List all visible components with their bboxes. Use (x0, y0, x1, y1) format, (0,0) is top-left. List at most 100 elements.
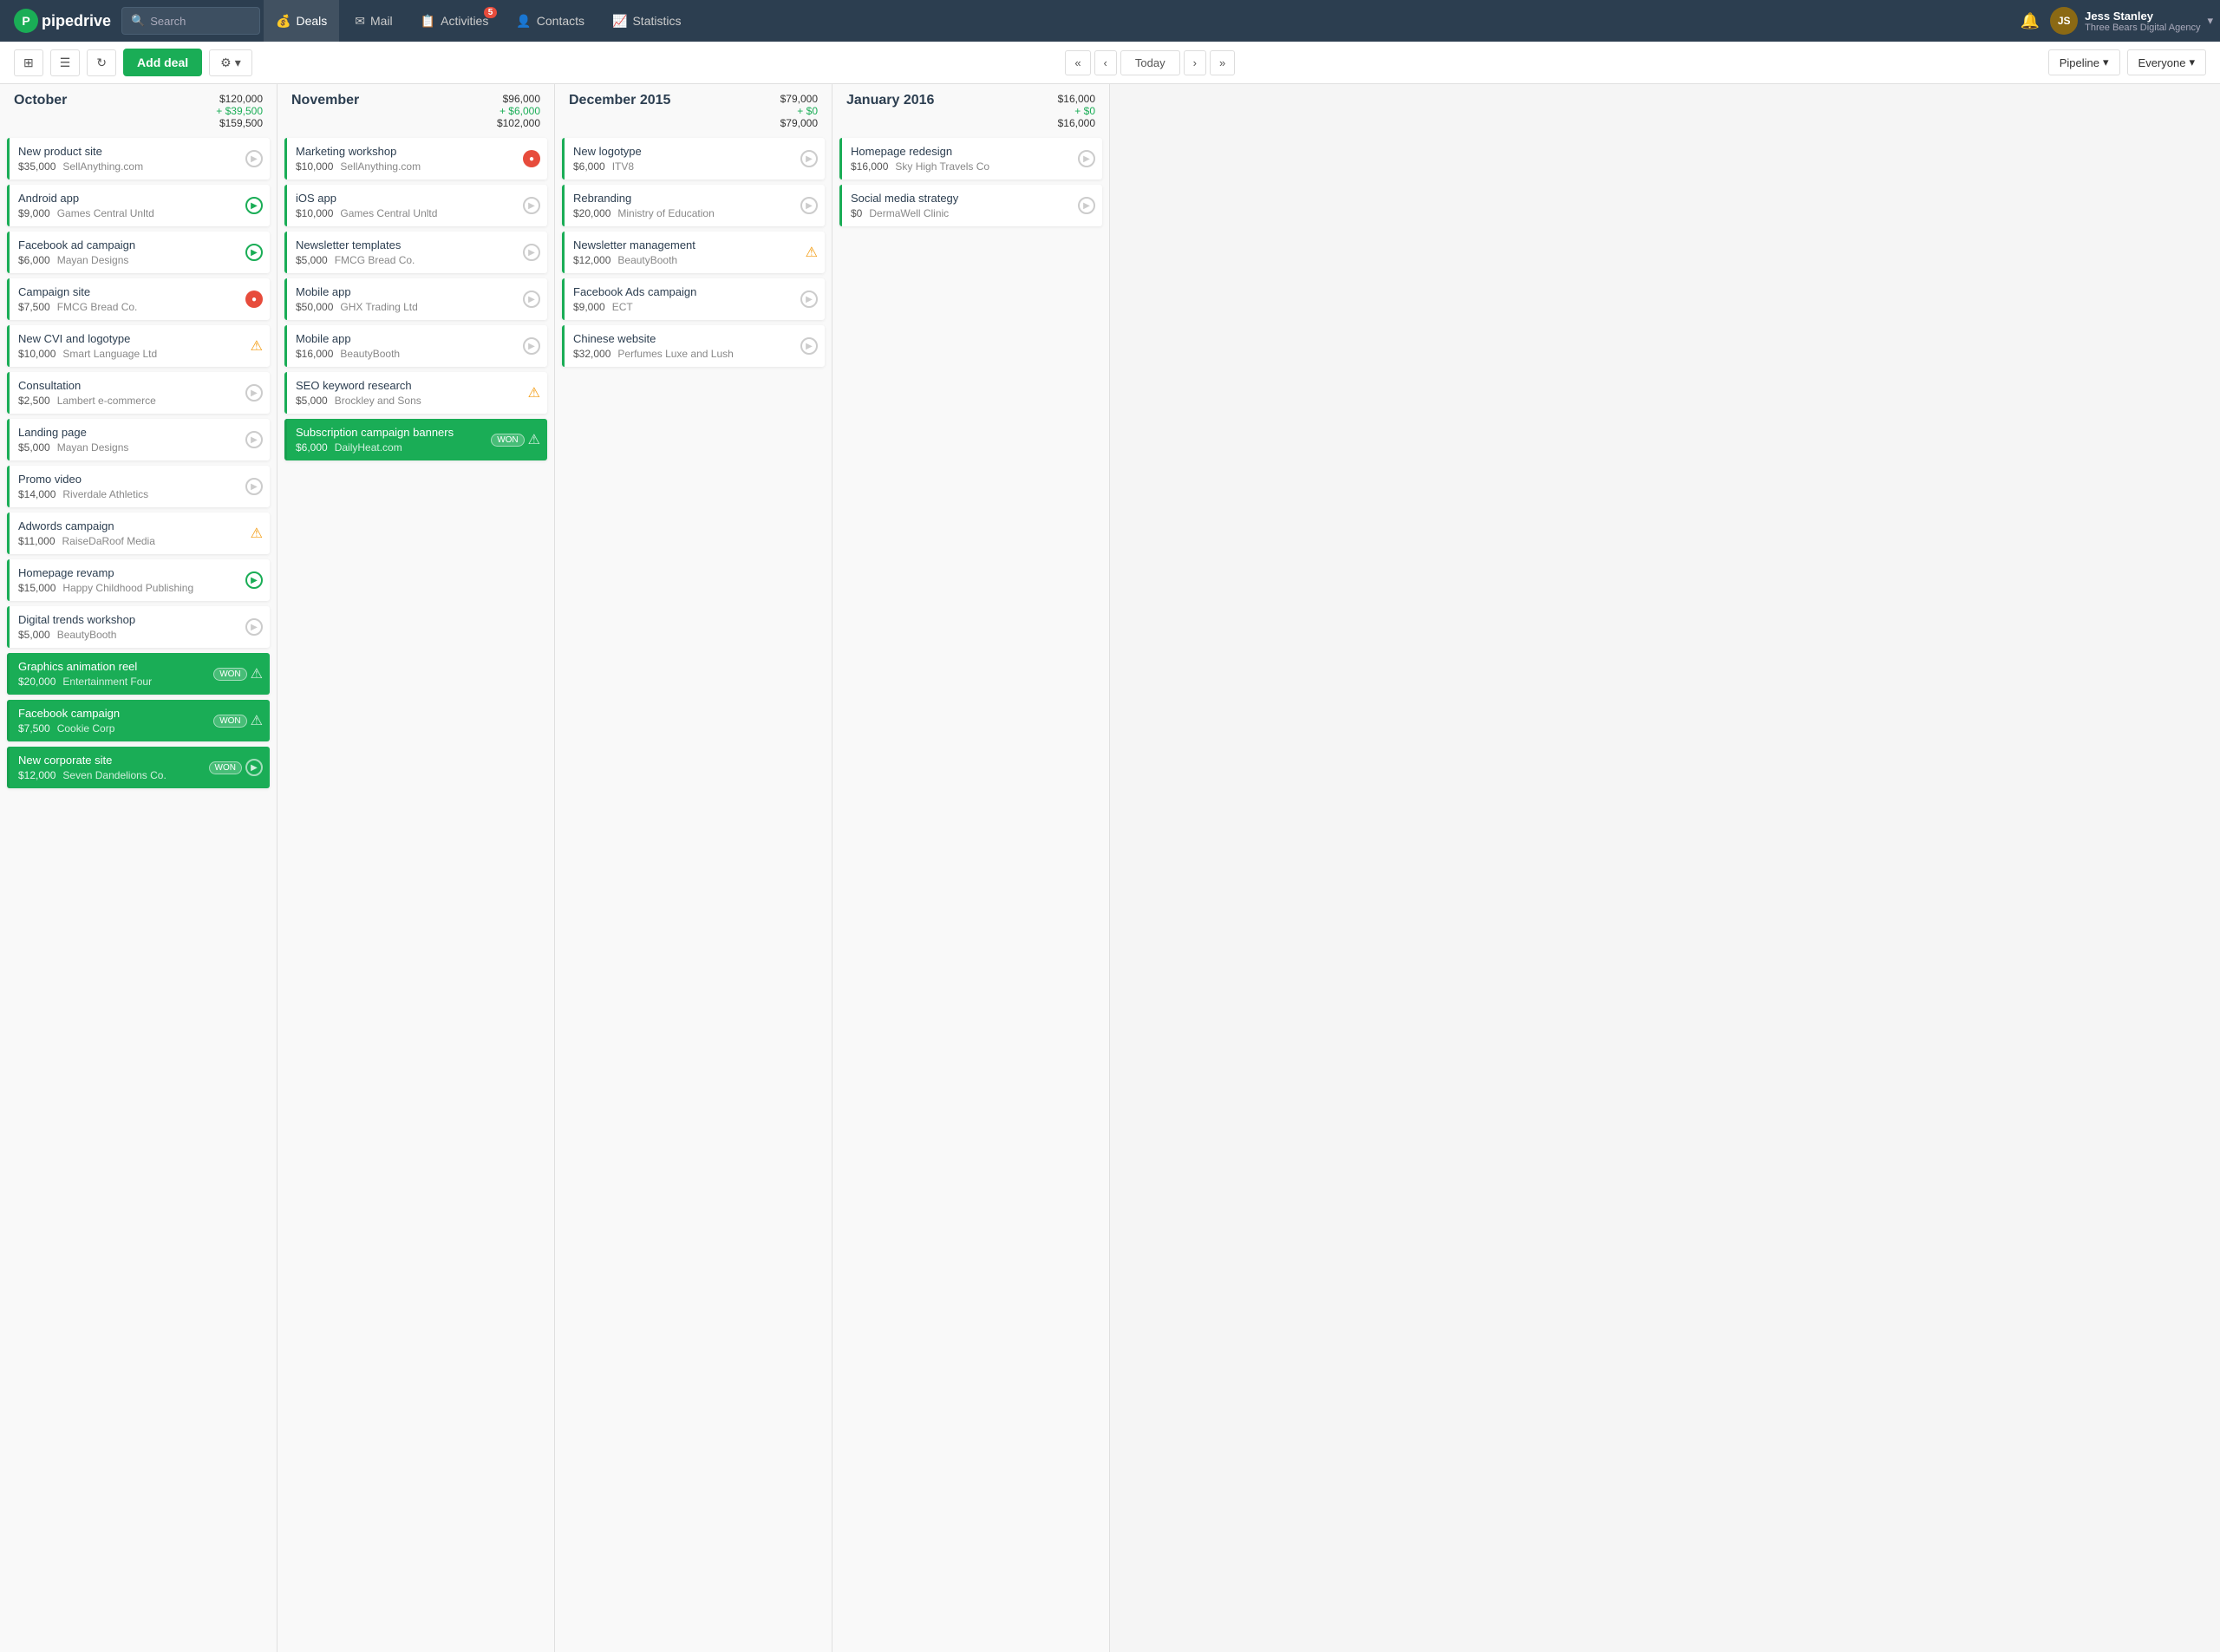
deal-title: Android app (18, 192, 261, 205)
nav-contacts-label: Contacts (537, 14, 584, 28)
deal-amount: $15,000 (18, 582, 56, 594)
nav-deals[interactable]: 💰 Deals (264, 0, 339, 42)
last-arrow-button[interactable]: » (1210, 50, 1235, 75)
deal-card[interactable]: Homepage redesign $16,000 Sky High Trave… (839, 138, 1102, 180)
deal-card[interactable]: New logotype $6,000 ITV8 ▶ (562, 138, 825, 180)
deal-meta: $5,000 FMCG Bread Co. (296, 254, 539, 266)
next-arrow-button[interactable]: › (1184, 50, 1206, 75)
deal-card[interactable]: iOS app $10,000 Games Central Unltd ▶ (284, 185, 547, 226)
deal-card[interactable]: Rebranding $20,000 Ministry of Education… (562, 185, 825, 226)
deal-title: Newsletter management (573, 238, 816, 251)
nav-statistics[interactable]: 📈 Statistics (600, 0, 693, 42)
column-header-november: November $96,000 + $6,000 $102,000 (278, 84, 554, 134)
deal-card[interactable]: Mobile app $50,000 GHX Trading Ltd ▶ (284, 278, 547, 320)
deal-card[interactable]: Landing page $5,000 Mayan Designs ▶ (7, 419, 270, 460)
activity-gray-icon: ▶ (800, 197, 818, 214)
deal-card[interactable]: Facebook campaign $7,500 Cookie Corp WON… (7, 700, 270, 741)
deal-amount: $6,000 (296, 441, 328, 454)
deal-action-icons: ▶ (245, 244, 263, 261)
add-deal-button[interactable]: Add deal (123, 49, 202, 76)
deal-amount: $9,000 (573, 301, 605, 313)
deal-title: Marketing workshop (296, 145, 539, 158)
warning-icon: ⚠ (251, 665, 263, 682)
deal-card[interactable]: New product site $35,000 SellAnything.co… (7, 138, 270, 180)
deal-card[interactable]: Graphics animation reel $20,000 Entertai… (7, 653, 270, 695)
deal-card[interactable]: Android app $9,000 Games Central Unltd ▶ (7, 185, 270, 226)
pipeline-selector[interactable]: Pipeline ▾ (2048, 49, 2120, 75)
user-details: Jess Stanley Three Bears Digital Agency (2085, 10, 2200, 33)
deal-card[interactable]: Promo video $14,000 Riverdale Athletics … (7, 466, 270, 507)
deal-action-icons: ▶ (245, 384, 263, 402)
deal-card[interactable]: Digital trends workshop $5,000 BeautyBoo… (7, 606, 270, 648)
deal-card[interactable]: Subscription campaign banners $6,000 Dai… (284, 419, 547, 460)
deal-card[interactable]: Homepage revamp $15,000 Happy Childhood … (7, 559, 270, 601)
nav-activities[interactable]: 📋 Activities 5 (408, 0, 501, 42)
deal-card[interactable]: Marketing workshop $10,000 SellAnything.… (284, 138, 547, 180)
activity-gray-icon: ▶ (245, 478, 263, 495)
search-box[interactable]: 🔍 Search (121, 7, 260, 35)
deal-meta: $32,000 Perfumes Luxe and Lush (573, 348, 816, 360)
deal-amount: $7,500 (18, 301, 50, 313)
column-title-november: November (291, 93, 359, 108)
deal-action-icons: ▶ (800, 150, 818, 167)
nav-activities-label: Activities (441, 14, 488, 28)
deal-card[interactable]: Mobile app $16,000 BeautyBooth ▶ (284, 325, 547, 367)
prev-arrow-button[interactable]: ‹ (1094, 50, 1117, 75)
settings-button[interactable]: ⚙ ▾ (209, 49, 252, 76)
deal-meta: $7,500 FMCG Bread Co. (18, 301, 261, 313)
deal-org: Perfumes Luxe and Lush (617, 348, 733, 360)
nav-mail[interactable]: ✉ Mail (343, 0, 404, 42)
deal-meta: $9,000 ECT (573, 301, 816, 313)
kanban-board: October $120,000 + $39,500 $159,500 New … (0, 84, 2220, 1652)
nav-contacts[interactable]: 👤 Contacts (504, 0, 597, 42)
deal-org: SellAnything.com (340, 160, 421, 173)
column-title-december: December 2015 (569, 93, 670, 108)
deal-meta: $14,000 Riverdale Athletics (18, 488, 261, 500)
deal-card[interactable]: SEO keyword research $5,000 Brockley and… (284, 372, 547, 414)
deal-card[interactable]: Facebook Ads campaign $9,000 ECT ▶ (562, 278, 825, 320)
everyone-selector[interactable]: Everyone ▾ (2127, 49, 2206, 75)
deal-title: Rebranding (573, 192, 816, 205)
deal-meta: $12,000 BeautyBooth (573, 254, 816, 266)
activities-badge: 5 (484, 7, 498, 18)
warning-icon: ⚠ (528, 431, 540, 448)
deal-title: New logotype (573, 145, 816, 158)
deal-amount: $5,000 (18, 441, 50, 454)
deal-card[interactable]: New corporate site $12,000 Seven Dandeli… (7, 747, 270, 788)
deal-card[interactable]: Campaign site $7,500 FMCG Bread Co. ● (7, 278, 270, 320)
warning-icon: ⚠ (251, 712, 263, 729)
deal-org: GHX Trading Ltd (340, 301, 417, 313)
activity-gray-icon: ▶ (523, 291, 540, 308)
avatar-initials: JS (2058, 15, 2071, 27)
deal-card[interactable]: Facebook ad campaign $6,000 Mayan Design… (7, 232, 270, 273)
deal-card[interactable]: Chinese website $32,000 Perfumes Luxe an… (562, 325, 825, 367)
deal-amount: $5,000 (296, 254, 328, 266)
kanban-view-button[interactable]: ⊞ (14, 49, 43, 76)
mail-icon: ✉ (355, 14, 365, 29)
contacts-icon: 👤 (516, 14, 531, 29)
deal-card[interactable]: Adwords campaign $11,000 RaiseDaRoof Med… (7, 513, 270, 554)
deal-action-icons: ● (245, 291, 263, 308)
notifications-bell-icon[interactable]: 🔔 (2021, 12, 2040, 30)
deal-meta: $0 DermaWell Clinic (851, 207, 1094, 219)
user-company: Three Bears Digital Agency (2085, 23, 2200, 33)
deal-meta: $5,000 BeautyBooth (18, 629, 261, 641)
deal-card[interactable]: Newsletter management $12,000 BeautyBoot… (562, 232, 825, 273)
deal-title: Mobile app (296, 332, 539, 345)
deal-title: Homepage revamp (18, 566, 261, 579)
deal-meta: $10,000 Smart Language Ltd (18, 348, 261, 360)
deal-card[interactable]: Consultation $2,500 Lambert e-commerce ▶ (7, 372, 270, 414)
first-arrow-button[interactable]: « (1065, 50, 1090, 75)
deal-action-icons: ▶ (800, 337, 818, 355)
search-placeholder: Search (150, 15, 186, 28)
refresh-button[interactable]: ↻ (87, 49, 116, 76)
nav-right: 🔔 JS Jess Stanley Three Bears Digital Ag… (2021, 7, 2213, 35)
deal-card[interactable]: Social media strategy $0 DermaWell Clini… (839, 185, 1102, 226)
deal-amount: $35,000 (18, 160, 56, 173)
logo[interactable]: P pipedrive (7, 9, 118, 33)
deal-card[interactable]: Newsletter templates $5,000 FMCG Bread C… (284, 232, 547, 273)
today-button[interactable]: Today (1120, 50, 1180, 75)
list-view-button[interactable]: ☰ (50, 49, 81, 76)
user-menu[interactable]: JS Jess Stanley Three Bears Digital Agen… (2050, 7, 2213, 35)
deal-card[interactable]: New CVI and logotype $10,000 Smart Langu… (7, 325, 270, 367)
